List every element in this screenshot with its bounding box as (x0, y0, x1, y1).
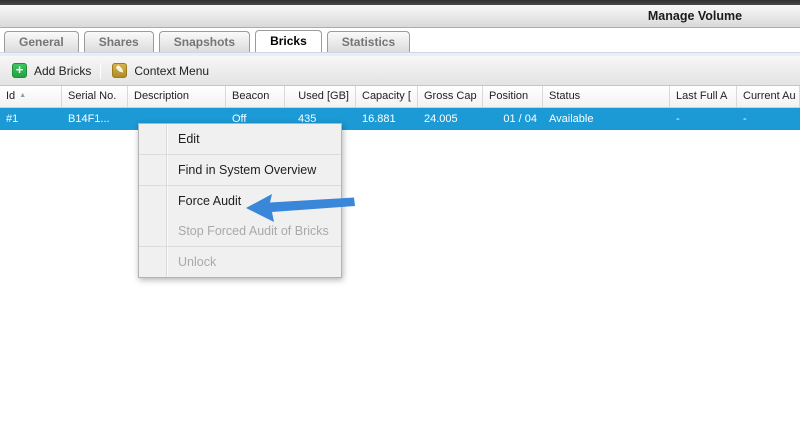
tab-shares[interactable]: Shares (84, 31, 154, 52)
menu-item-edit[interactable]: Edit (139, 124, 341, 154)
row-context-menu: Edit Find in System Overview Force Audit… (138, 123, 342, 278)
menu-item-stop-forced-audit: Stop Forced Audit of Bricks (139, 216, 341, 246)
add-bricks-button[interactable]: + Add Bricks (8, 59, 95, 83)
pencil-icon: ✎ (112, 63, 127, 78)
add-bricks-label: Add Bricks (34, 64, 91, 78)
tab-general[interactable]: General (4, 31, 79, 52)
cell-position: 01 / 04 (483, 108, 543, 130)
cell-capacity: 16.881 (356, 108, 418, 130)
column-header-serial-no[interactable]: Serial No. (62, 86, 128, 107)
menu-item-unlock: Unlock (139, 247, 341, 277)
column-header-description[interactable]: Description (128, 86, 226, 107)
toolbar-separator (100, 63, 101, 79)
cell-status: Available (543, 108, 670, 130)
tab-statistics[interactable]: Statistics (327, 31, 410, 52)
bricks-toolbar: + Add Bricks ✎ Context Menu (0, 56, 800, 86)
column-header-beacon[interactable]: Beacon (226, 86, 285, 107)
cell-last-full-audit: - (670, 108, 737, 130)
grid-header-row: Id▲ Serial No. Description Beacon Used [… (0, 86, 800, 108)
menu-item-force-audit[interactable]: Force Audit (139, 186, 341, 216)
tab-strip: General Shares Snapshots Bricks Statisti… (0, 28, 800, 52)
column-header-id[interactable]: Id▲ (0, 86, 62, 107)
cell-serial-no: B14F1... (62, 108, 128, 130)
column-header-status[interactable]: Status (543, 86, 670, 107)
cell-gross-capacity: 24.005 (418, 108, 483, 130)
add-plus-icon: + (12, 63, 27, 78)
sort-asc-icon: ▲ (19, 92, 26, 99)
cell-current-audit: - (737, 108, 800, 130)
column-header-position[interactable]: Position (483, 86, 543, 107)
tab-bricks[interactable]: Bricks (255, 30, 322, 52)
column-header-gross-capacity[interactable]: Gross Cap (418, 86, 483, 107)
column-header-used-gb[interactable]: Used [GB] (285, 86, 356, 107)
context-menu-label: Context Menu (134, 64, 209, 78)
column-header-current-audit[interactable]: Current Au (737, 86, 800, 107)
column-header-capacity[interactable]: Capacity [ (356, 86, 418, 107)
table-row-brick-1[interactable]: #1 B14F1... Off 435 16.881 24.005 01 / 0… (0, 108, 800, 130)
column-header-last-full-audit[interactable]: Last Full A (670, 86, 737, 107)
window-titlebar: Manage Volume (0, 5, 800, 28)
menu-item-find-in-system-overview[interactable]: Find in System Overview (139, 155, 341, 185)
context-menu-button[interactable]: ✎ Context Menu (108, 59, 213, 83)
tab-snapshots[interactable]: Snapshots (159, 31, 250, 52)
window-title: Manage Volume (640, 5, 750, 28)
cell-id: #1 (0, 108, 62, 130)
manage-volume-window: Manage Volume General Shares Snapshots B… (0, 0, 800, 446)
